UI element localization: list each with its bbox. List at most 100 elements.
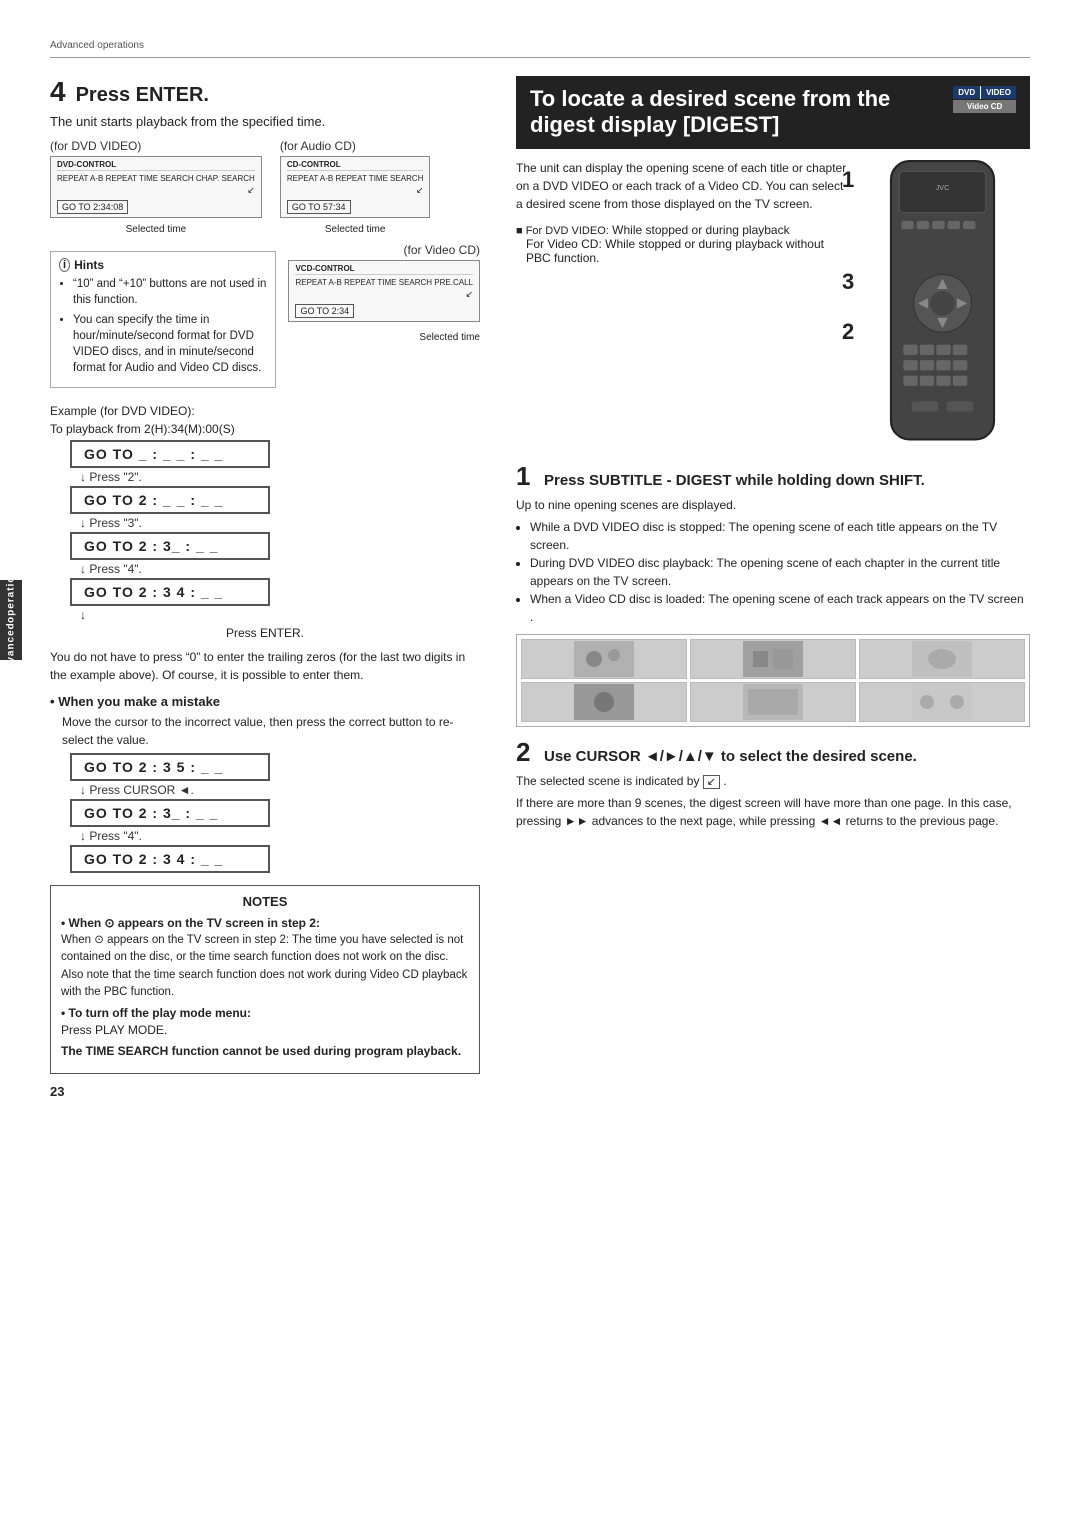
dvd-diagram-wrapper: (for DVD VIDEO) DVD-CONTROL REPEAT A-B R… [50, 139, 262, 235]
vcd-ctrl-box: VCD-CONTROL REPEAT A-B REPEAT TIME SEARC… [288, 260, 480, 322]
example-title: Example (for DVD VIDEO): [50, 404, 480, 418]
remote-badge-2: 2 [842, 319, 854, 345]
badge-video: VIDEO [980, 86, 1016, 99]
cd-ctrl-options: REPEAT A-B REPEAT TIME SEARCH [287, 174, 424, 183]
remote-wrapper: 1 3 2 [860, 159, 1030, 451]
digest-img-3 [521, 682, 687, 722]
vcd-ctrl-options: REPEAT A-B REPEAT TIME SEARCH PRE.CALL [295, 278, 473, 287]
vcd-opts: REPEAT A-B REPEAT TIME SEARCH PRE.CALL [295, 278, 473, 287]
scene-0-svg [574, 641, 634, 677]
note-1-when: • When ⊙ appears on the TV screen in ste… [61, 916, 320, 930]
dvd-ctrl-box: DVD-CONTROL REPEAT A-B REPEAT TIME SEARC… [50, 156, 262, 218]
for-labels: ■ For DVD VIDEO: While stopped or during… [516, 223, 850, 265]
intro-remote-row: The unit can display the opening scene o… [516, 159, 1030, 451]
step4-title: Press ENTER. [76, 84, 209, 107]
step1-num: 1 [516, 461, 536, 492]
vcd-cursor: ↙ [295, 289, 473, 300]
step2-desc1: The selected scene is indicated by [516, 774, 699, 788]
step2-note1: If there are more than 9 scenes, the dig… [516, 794, 1030, 830]
digest-img-0 [521, 639, 687, 679]
step1-header: 1 Press SUBTITLE - DIGEST while holding … [516, 461, 1030, 492]
step2-desc2: . [723, 774, 726, 788]
note-3-text: The TIME SEARCH function cannot be used … [61, 1044, 461, 1058]
remote-badge-3: 3 [842, 269, 854, 295]
section-label: Advanced operations [50, 40, 1030, 51]
badge-cd: Video CD [953, 100, 1016, 113]
for-dvd-desc: While stopped or during playback [612, 223, 789, 237]
notes-list: • When ⊙ appears on the TV screen in ste… [61, 915, 469, 1061]
scene-5-svg [912, 684, 972, 720]
cd-ctrl-title: CD-CONTROL [287, 160, 424, 171]
goto-line-2: GO TO 2 : 3_ : _ _ [70, 532, 270, 560]
right-header: To locate a desired scene from the diges… [516, 76, 1030, 149]
top-divider [50, 57, 1030, 58]
when-mistake-desc: Move the cursor to the incorrect value, … [62, 713, 480, 749]
dvd-cursor: ↙ [57, 185, 255, 196]
goto-line-1: GO TO 2 : _ _ : _ _ [70, 486, 270, 514]
goto-arrow-1: ↓ Press "3". [80, 516, 142, 530]
step1-bullet-1: During DVD VIDEO disc playback: The open… [530, 554, 1030, 590]
vcd-selected-time: Selected time [419, 332, 480, 343]
when-mistake-section: • When you make a mistake Move the curso… [50, 694, 480, 873]
goto-line-3: GO TO 2 : 3 4 : _ _ [70, 578, 270, 606]
mistake-line-0: GO TO 2 : 3 5 : _ _ [70, 753, 270, 781]
notes-title: NOTES [61, 894, 469, 909]
hints-label: Hints [74, 258, 104, 272]
hint-2: You can specify the time in hour/minute/… [73, 312, 267, 376]
badge-row1: DVD VIDEO [953, 86, 1016, 99]
vcd-diagram-wrapper: (for Video CD) VCD-CONTROL REPEAT A-B RE… [288, 243, 480, 343]
badge-container: DVD VIDEO Video CD [953, 86, 1016, 113]
hints-list: “10” and “+10” buttons are not used in t… [59, 276, 267, 377]
cd-ctrl-box: CD-CONTROL REPEAT A-B REPEAT TIME SEARCH… [280, 156, 431, 218]
goto-arrow-0: ↓ Press "2". [80, 470, 142, 484]
dvd-goto: GO TO 2:34:08 [57, 200, 128, 214]
step2-desc: The selected scene is indicated by ↙ . [516, 772, 1030, 791]
digest-img-4 [690, 682, 856, 722]
cd-diagram-wrapper: (for Audio CD) CD-CONTROL REPEAT A-B REP… [280, 139, 431, 235]
for-dvd-label: ■ For DVD VIDEO: [516, 225, 609, 237]
dvd-video-label: (for DVD VIDEO) [50, 139, 262, 153]
for-vcd-row: For Video CD: While stopped or during pl… [526, 237, 850, 265]
scene-1-svg [743, 641, 803, 677]
example-title-text: Example (for DVD VIDEO): [50, 404, 195, 418]
badge-dvd: DVD [953, 86, 980, 99]
scene-4-svg [743, 684, 803, 720]
goto-arrow-2: ↓ Press "4". [80, 562, 142, 576]
hints-icon: i [59, 258, 70, 272]
note-2-label: • To turn off the play mode menu: [61, 1006, 251, 1020]
right-header-title: To locate a desired scene from the diges… [530, 86, 943, 139]
sidebar-tab: Advanced operations [0, 580, 22, 660]
svg-text:JVC: JVC [936, 183, 950, 192]
right-intro: The unit can display the opening scene o… [516, 159, 850, 213]
goto-sequence: GO TO _ : _ _ : _ _ ↓ Press "2". GO TO 2… [70, 440, 480, 622]
goto-down-arrow: ↓ [80, 608, 86, 622]
step1-bullet-2: When a Video CD disc is loaded: The open… [530, 590, 1030, 626]
left-column: 4 Press ENTER. The unit starts playback … [50, 76, 480, 1488]
page-number: 23 [50, 1084, 480, 1099]
step1-desc: Up to nine opening scenes are displayed. [516, 496, 1030, 514]
note-1: • When ⊙ appears on the TV screen in ste… [61, 915, 469, 1000]
hints-vcd-row: i Hints “10” and “+10” buttons are not u… [50, 243, 480, 396]
mistake-arrow-1: ↓ Press "4". [80, 829, 142, 843]
dvd-selected-time: Selected time [50, 224, 262, 235]
mistake-line-2: GO TO 2 : 3 4 : _ _ [70, 845, 270, 873]
note-2-text: Press PLAY MODE. [61, 1023, 167, 1037]
mistake-line-1: GO TO 2 : 3_ : _ _ [70, 799, 270, 827]
step4-desc: The unit starts playback from the specif… [50, 114, 480, 129]
step4-header: 4 Press ENTER. [50, 76, 480, 108]
scene-3-svg [574, 684, 634, 720]
digest-img-5 [859, 682, 1025, 722]
diagrams-row-top: (for DVD VIDEO) DVD-CONTROL REPEAT A-B R… [50, 139, 480, 235]
note-1-text: When ⊙ appears on the TV screen in step … [61, 934, 467, 997]
sidebar-label2: operations [6, 562, 17, 623]
step2-num: 2 [516, 737, 536, 768]
digest-images-grid [516, 634, 1030, 727]
scene-2-svg [912, 641, 972, 677]
hints-title: i Hints [59, 258, 267, 272]
dvd-ctrl-options: REPEAT A-B REPEAT TIME SEARCH CHAP. SEAR… [57, 174, 255, 183]
example-desc: To playback from 2(H):34(M):00(S) [50, 422, 480, 436]
body-text-1: You do not have to press “0” to enter th… [50, 648, 480, 684]
right-header-inner: To locate a desired scene from the diges… [530, 86, 1016, 139]
right-column: To locate a desired scene from the diges… [516, 76, 1030, 1488]
cd-cursor: ↙ [287, 185, 424, 196]
